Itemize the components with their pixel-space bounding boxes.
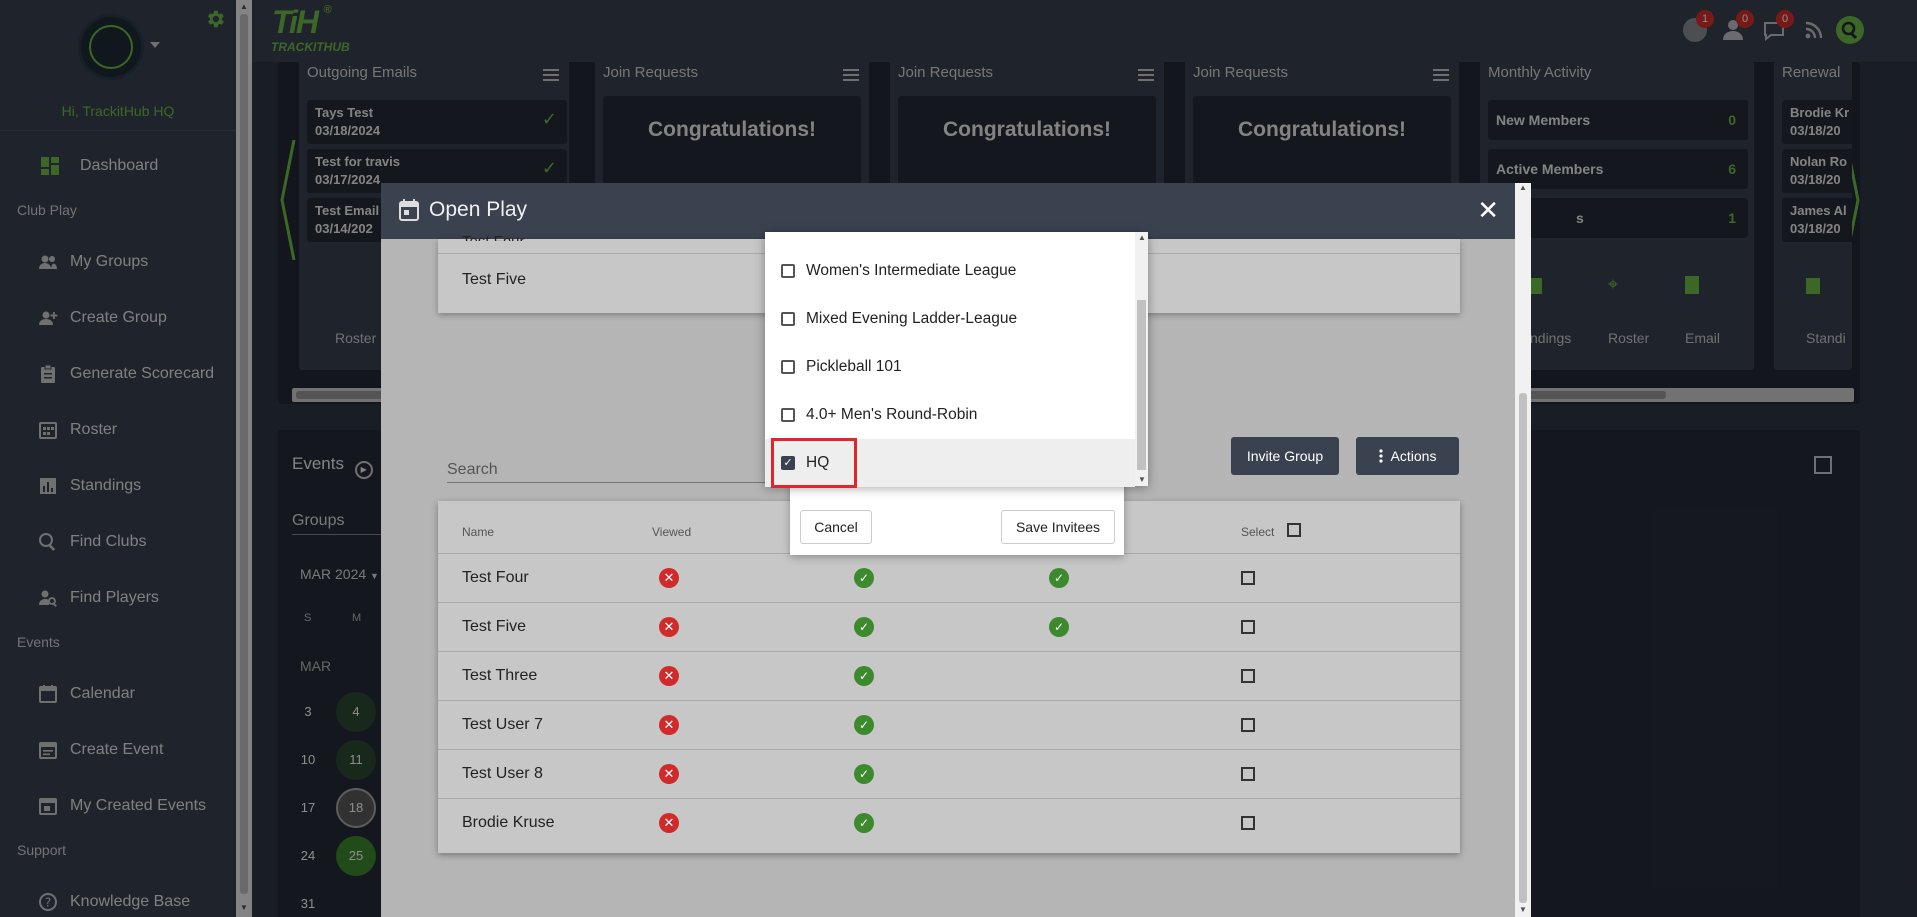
scroll-down-icon[interactable]: ▼ bbox=[1138, 475, 1146, 484]
check-circle-icon: ✓ bbox=[854, 715, 874, 735]
column-header-select: Select bbox=[1241, 525, 1275, 539]
modal-header: Open Play ✕ bbox=[381, 183, 1515, 239]
x-circle-icon: ✕ bbox=[659, 568, 679, 588]
x-circle-icon: ✕ bbox=[659, 617, 679, 637]
column-header-viewed: Viewed bbox=[652, 525, 692, 539]
check-circle-icon: ✓ bbox=[854, 764, 874, 784]
check-circle-icon: ✓ bbox=[854, 666, 874, 686]
invite-group-button[interactable]: Invite Group bbox=[1231, 437, 1339, 475]
option-checkbox[interactable] bbox=[781, 408, 795, 422]
row-select-checkbox[interactable] bbox=[1241, 767, 1255, 781]
option-checkbox[interactable] bbox=[781, 360, 795, 374]
search-input[interactable]: Search bbox=[447, 451, 777, 483]
row-select-checkbox[interactable] bbox=[1241, 718, 1255, 732]
row-select-checkbox[interactable] bbox=[1241, 571, 1255, 585]
dropdown-option[interactable]: Women's Intermediate League bbox=[765, 247, 1135, 295]
dropdown-option[interactable]: Pickleball 101 bbox=[765, 343, 1135, 391]
table-row[interactable]: Test Five ✕ ✓ ✓ bbox=[438, 602, 1460, 651]
dropdown-option[interactable]: 4.0+ Men's Round-Robin bbox=[765, 391, 1135, 439]
x-circle-icon: ✕ bbox=[659, 715, 679, 735]
modal-scrollbar[interactable]: ▲ ▼ bbox=[1515, 183, 1531, 917]
scroll-up-icon[interactable]: ▲ bbox=[1138, 233, 1146, 242]
modal-title: Open Play bbox=[429, 198, 528, 221]
more-vertical-icon bbox=[1378, 439, 1383, 477]
column-header-name: Name bbox=[462, 525, 495, 539]
table-row[interactable]: Test Five bbox=[462, 271, 526, 289]
scroll-down-icon[interactable]: ▼ bbox=[1519, 905, 1527, 914]
select-all-checkbox[interactable] bbox=[1287, 523, 1301, 537]
check-circle-icon: ✓ bbox=[1049, 568, 1069, 588]
row-select-checkbox[interactable] bbox=[1241, 816, 1255, 830]
scroll-up-icon[interactable]: ▲ bbox=[1519, 183, 1527, 192]
option-checkbox[interactable] bbox=[781, 312, 795, 326]
check-circle-icon: ✓ bbox=[854, 617, 874, 637]
check-circle-icon: ✓ bbox=[854, 568, 874, 588]
row-select-checkbox[interactable] bbox=[1241, 669, 1255, 683]
table-row[interactable]: Brodie Kruse ✕ ✓ bbox=[438, 798, 1460, 847]
scrollbar-thumb[interactable] bbox=[1137, 300, 1146, 470]
x-circle-icon: ✕ bbox=[659, 666, 679, 686]
save-invitees-button[interactable]: Save Invitees bbox=[1001, 510, 1115, 544]
calendar-icon bbox=[399, 199, 419, 221]
table-row[interactable]: Test Four ✕ ✓ ✓ bbox=[438, 553, 1460, 602]
x-circle-icon: ✕ bbox=[659, 764, 679, 784]
dropdown-scrollbar[interactable]: ▲ ▼ bbox=[1135, 232, 1148, 486]
check-circle-icon: ✓ bbox=[1049, 617, 1069, 637]
check-circle-icon: ✓ bbox=[854, 813, 874, 833]
close-icon[interactable]: ✕ bbox=[1477, 195, 1499, 226]
dropdown-option[interactable]: Mixed Evening Ladder-League bbox=[765, 295, 1135, 343]
table-row[interactable]: Test Four bbox=[462, 233, 525, 241]
highlight-box bbox=[771, 438, 857, 488]
x-circle-icon: ✕ bbox=[659, 813, 679, 833]
scrollbar-thumb[interactable] bbox=[1519, 393, 1527, 903]
option-checkbox[interactable] bbox=[781, 264, 795, 278]
table-row[interactable]: Test Three ✕ ✓ bbox=[438, 651, 1460, 700]
actions-button[interactable]: Actions bbox=[1356, 437, 1459, 475]
row-select-checkbox[interactable] bbox=[1241, 620, 1255, 634]
table-row[interactable]: Test User 7 ✕ ✓ bbox=[438, 700, 1460, 749]
table-row[interactable]: Test User 8 ✕ ✓ bbox=[438, 749, 1460, 798]
cancel-button[interactable]: Cancel bbox=[800, 510, 872, 544]
